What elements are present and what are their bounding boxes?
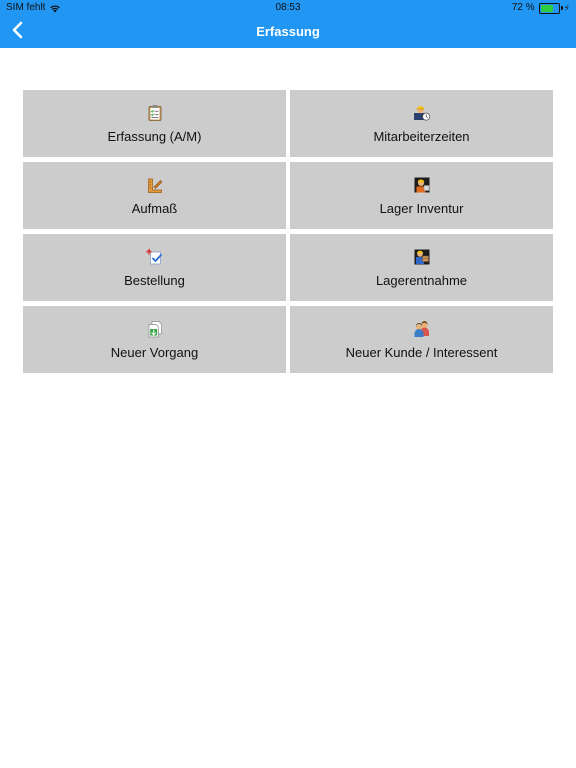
battery-level bbox=[540, 4, 553, 12]
tile-label: Neuer Vorgang bbox=[110, 345, 199, 360]
tile-grid: Erfassung (A/M) Mitarbeiterzeiten Aufmaß… bbox=[23, 90, 553, 373]
tile-bestellung[interactable]: Bestellung bbox=[23, 234, 286, 301]
inventory-worker-icon bbox=[413, 176, 431, 194]
new-customer-icon bbox=[413, 320, 431, 338]
battery-body bbox=[538, 2, 560, 14]
tile-neuer-vorgang[interactable]: Neuer Vorgang bbox=[23, 306, 286, 373]
tile-label: Lager Inventur bbox=[379, 201, 464, 216]
header: SIM fehlt 08:53 72 % ⚡ Erfassung bbox=[0, 0, 576, 48]
worker-time-icon bbox=[413, 104, 431, 122]
tile-mitarbeiterzeiten[interactable]: Mitarbeiterzeiten bbox=[290, 90, 553, 157]
new-document-icon bbox=[146, 320, 164, 338]
status-bar: SIM fehlt 08:53 72 % ⚡ bbox=[0, 0, 576, 16]
page-title: Erfassung bbox=[256, 24, 320, 39]
tile-label: Erfassung (A/M) bbox=[107, 129, 202, 144]
clipboard-checklist-icon bbox=[146, 104, 164, 122]
tile-erfassung[interactable]: Erfassung (A/M) bbox=[23, 90, 286, 157]
tile-label: Mitarbeiterzeiten bbox=[373, 129, 470, 144]
status-time: 08:53 bbox=[275, 2, 301, 13]
status-right: 72 % ⚡ bbox=[512, 0, 570, 16]
charging-icon: ⚡ bbox=[563, 3, 570, 13]
tile-label: Lagerentnahme bbox=[375, 273, 468, 288]
tile-label: Neuer Kunde / Interessent bbox=[345, 345, 498, 360]
battery-icon: ⚡ bbox=[538, 0, 570, 16]
battery-percent: 72 % bbox=[511, 2, 535, 13]
battery-cap bbox=[560, 6, 563, 10]
nav-bar: Erfassung bbox=[0, 16, 576, 48]
tile-label: Aufmaß bbox=[131, 201, 178, 216]
tile-label: Bestellung bbox=[124, 273, 185, 288]
tile-lagerentnahme[interactable]: Lagerentnahme bbox=[290, 234, 553, 301]
app-screen: SIM fehlt 08:53 72 % ⚡ Erfassung Erfassu… bbox=[0, 0, 576, 768]
stock-withdrawal-icon bbox=[413, 248, 431, 266]
tile-lager-inventur[interactable]: Lager Inventur bbox=[290, 162, 553, 229]
order-check-icon bbox=[145, 248, 164, 266]
measuring-tool-icon bbox=[146, 176, 164, 194]
tile-aufmass[interactable]: Aufmaß bbox=[23, 162, 286, 229]
tile-neuer-kunde[interactable]: Neuer Kunde / Interessent bbox=[290, 306, 553, 373]
